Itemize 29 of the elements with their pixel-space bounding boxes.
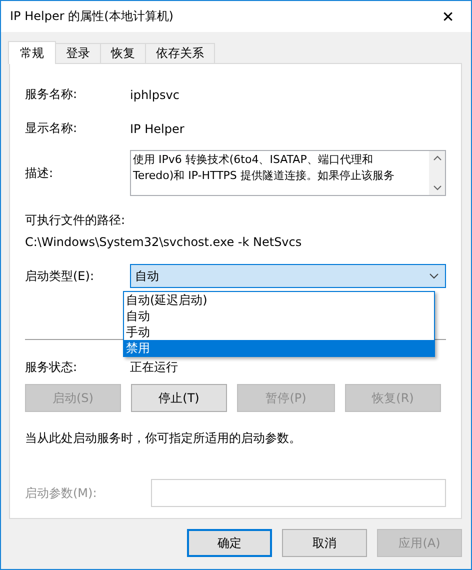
startup-type-dropdown[interactable]: 自动 — [130, 264, 446, 288]
chevron-down-icon — [429, 273, 439, 279]
scroll-down-icon[interactable] — [432, 185, 442, 191]
description-box[interactable]: 使用 IPv6 转换技术(6to4、ISATAP、端口代理和 Teredo)和 IP-HTTPS 提供隧道连接。如果停止该服务 — [130, 150, 446, 196]
dialog-button[interactable]: 确定 — [187, 529, 272, 557]
dropdown-option[interactable]: 手动 — [124, 324, 434, 340]
dialog-button[interactable]: 取消 — [282, 529, 367, 557]
dropdown-option[interactable]: 禁用 — [124, 340, 434, 356]
service-button[interactable]: 停止(T) — [131, 384, 227, 412]
tab[interactable]: 依存关系 — [145, 43, 215, 63]
path-label: 可执行文件的路径: — [25, 212, 126, 229]
display-name-value: IP Helper — [130, 122, 186, 136]
service-status-value: 正在运行 — [130, 359, 179, 376]
field-label: 服务名称: — [25, 86, 78, 103]
dropdown-option[interactable]: 自动(延迟启动) — [124, 292, 434, 308]
tab[interactable]: 常规 — [8, 41, 56, 64]
start-parameters-field[interactable] — [151, 479, 446, 507]
field-label: 描述: — [25, 164, 54, 182]
service-name-value: iphlpsvc — [130, 88, 180, 102]
close-button[interactable]: ✕ — [425, 1, 471, 32]
window-title: IP Helper 的属性(本地计算机) — [10, 8, 174, 25]
field-label: 启动参数(M): — [25, 484, 98, 502]
hint-text: 当从此处启动服务时，你可指定所适用的启动参数。 — [25, 430, 302, 447]
field-label: 服务状态: — [25, 359, 78, 376]
field-label: 启动类型(E): — [25, 268, 95, 284]
field-label: 显示名称: — [25, 120, 78, 137]
dropdown-option[interactable]: 自动 — [124, 308, 434, 324]
scroll-up-icon[interactable] — [432, 155, 442, 161]
path-value: C:\Windows\System32\svchost.exe -k NetSvcs — [25, 235, 303, 249]
